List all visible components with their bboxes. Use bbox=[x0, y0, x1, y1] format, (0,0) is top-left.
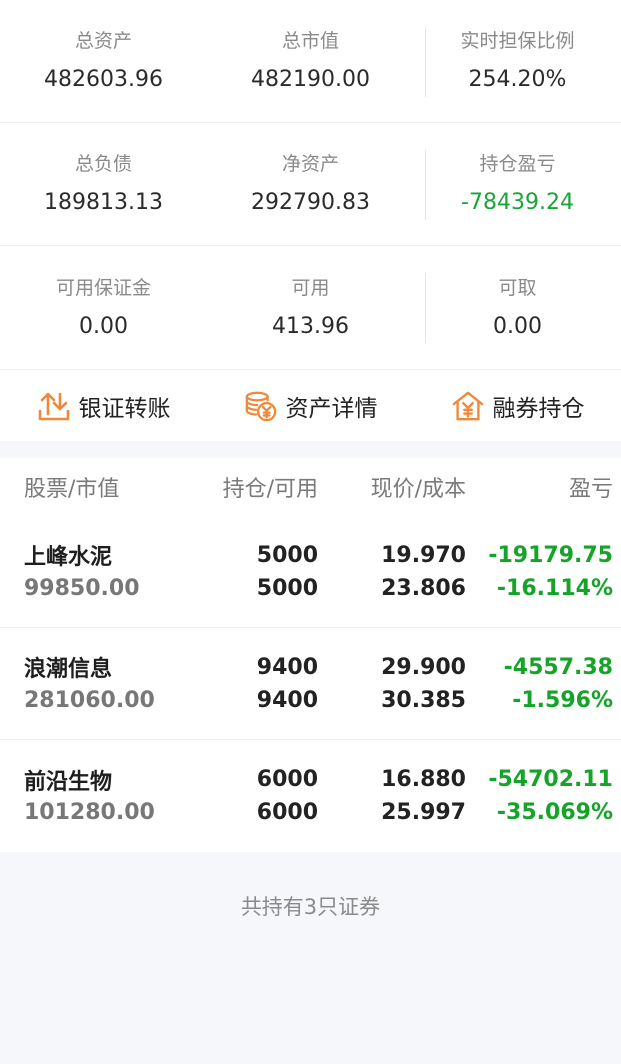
holdings-count: 共持有3只证券 bbox=[240, 895, 381, 919]
current-price: 16.880 bbox=[381, 767, 466, 792]
available-margin: 可用保证金 0.00 bbox=[0, 246, 207, 369]
withdrawable-label: 可取 bbox=[498, 276, 537, 299]
table-row[interactable]: 上峰水泥 5000 19.970 -19179.75 99850.00 5000… bbox=[0, 516, 621, 628]
market-value: 101280.00 bbox=[24, 800, 155, 825]
available: 9400 bbox=[256, 687, 318, 713]
column-divider bbox=[425, 273, 426, 343]
available: 5000 bbox=[256, 575, 318, 601]
total-assets-label: 总资产 bbox=[74, 30, 132, 52]
column-divider bbox=[425, 27, 426, 97]
position-pnl: 持仓盈亏 -78439.24 bbox=[414, 123, 621, 245]
available: 6000 bbox=[256, 800, 318, 825]
holdings-footer: 共持有3只证券 bbox=[0, 852, 621, 960]
total-assets-value: 482603.96 bbox=[44, 67, 163, 92]
table-row[interactable]: 前沿生物 6000 16.880 -54702.11 101280.00 600… bbox=[0, 740, 621, 852]
action-bar: 银证转账 资产详情 融券持仓 bbox=[0, 369, 621, 441]
cost-price: 23.806 bbox=[381, 575, 466, 601]
asset-details-label: 资产详情 bbox=[285, 395, 378, 422]
available-funds-value: 413.96 bbox=[272, 313, 349, 339]
total-liabilities-value: 189813.13 bbox=[44, 190, 163, 215]
available-funds-label: 可用 bbox=[291, 276, 330, 299]
short-position-label: 融券持仓 bbox=[492, 395, 585, 422]
transfer-arrows-icon bbox=[37, 389, 71, 423]
available-funds: 可用 413.96 bbox=[207, 246, 414, 369]
summary-row: 总资产 482603.96 总市值 482190.00 实时担保比例 254.2… bbox=[0, 0, 621, 123]
bank-transfer-label: 银证转账 bbox=[78, 395, 171, 422]
net-assets-label: 净资产 bbox=[281, 153, 339, 175]
header-stock-mv: 股票/市值 bbox=[24, 477, 120, 502]
total-market-value-value: 482190.00 bbox=[251, 67, 370, 92]
total-market-value-label: 总市值 bbox=[281, 30, 339, 52]
coins-yuan-icon bbox=[244, 389, 278, 423]
cost-price: 30.385 bbox=[381, 687, 466, 713]
short-position-button[interactable]: 融券持仓 bbox=[414, 389, 621, 423]
table-header: 股票/市值 持仓/可用 现价/成本 盈亏 bbox=[0, 458, 621, 516]
summary-row: 可用保证金 0.00 可用 413.96 可取 0.00 bbox=[0, 246, 621, 369]
net-assets-value: 292790.83 bbox=[251, 190, 370, 215]
available-margin-value: 0.00 bbox=[79, 313, 128, 339]
total-liabilities-label: 总负债 bbox=[74, 153, 132, 175]
current-price: 19.970 bbox=[381, 542, 466, 568]
position: 9400 bbox=[256, 654, 318, 680]
market-value: 99850.00 bbox=[24, 575, 140, 601]
pnl-percent: -16.114% bbox=[496, 575, 613, 601]
pnl-amount: -4557.38 bbox=[503, 654, 613, 680]
header-position-available: 持仓/可用 bbox=[222, 477, 318, 502]
market-value: 281060.00 bbox=[24, 687, 155, 713]
house-yuan-icon bbox=[451, 389, 485, 423]
total-liabilities: 总负债 189813.13 bbox=[0, 123, 207, 245]
withdrawable-value: 0.00 bbox=[493, 313, 542, 339]
stock-name: 浪潮信息 bbox=[24, 657, 113, 682]
cost-price: 25.997 bbox=[381, 800, 466, 825]
guarantee-ratio: 实时担保比例 254.20% bbox=[414, 0, 621, 122]
pnl-percent: -35.069% bbox=[496, 800, 613, 825]
total-assets: 总资产 482603.96 bbox=[0, 0, 207, 122]
position-pnl-value: -78439.24 bbox=[461, 190, 574, 215]
pnl-percent: -1.596% bbox=[512, 687, 613, 713]
stock-name: 前沿生物 bbox=[24, 769, 113, 795]
pnl-amount: -54702.11 bbox=[488, 767, 613, 792]
guarantee-ratio-label: 实时担保比例 bbox=[460, 30, 575, 52]
position: 5000 bbox=[256, 542, 318, 568]
header-pnl: 盈亏 bbox=[568, 477, 613, 502]
asset-summary: 总资产 482603.96 总市值 482190.00 实时担保比例 254.2… bbox=[0, 0, 621, 369]
bank-transfer-button[interactable]: 银证转账 bbox=[0, 389, 207, 423]
total-market-value: 总市值 482190.00 bbox=[207, 0, 414, 122]
net-assets: 净资产 292790.83 bbox=[207, 123, 414, 245]
current-price: 29.900 bbox=[381, 654, 466, 680]
available-margin-label: 可用保证金 bbox=[55, 276, 151, 299]
header-price-cost: 现价/成本 bbox=[370, 477, 466, 502]
summary-row: 总负债 189813.13 净资产 292790.83 持仓盈亏 -78439.… bbox=[0, 123, 621, 246]
pnl-amount: -19179.75 bbox=[488, 542, 613, 568]
position-pnl-label: 持仓盈亏 bbox=[479, 153, 556, 175]
holdings-table: 股票/市值 持仓/可用 现价/成本 盈亏 上峰水泥 5000 19.970 -1… bbox=[0, 458, 621, 852]
section-gap bbox=[0, 441, 621, 458]
withdrawable: 可取 0.00 bbox=[414, 246, 621, 369]
column-divider bbox=[425, 150, 426, 220]
table-row[interactable]: 浪潮信息 9400 29.900 -4557.38 281060.00 9400… bbox=[0, 628, 621, 740]
guarantee-ratio-value: 254.20% bbox=[468, 67, 567, 92]
stock-name: 上峰水泥 bbox=[24, 545, 113, 570]
asset-details-button[interactable]: 资产详情 bbox=[207, 389, 414, 423]
position: 6000 bbox=[256, 767, 318, 792]
